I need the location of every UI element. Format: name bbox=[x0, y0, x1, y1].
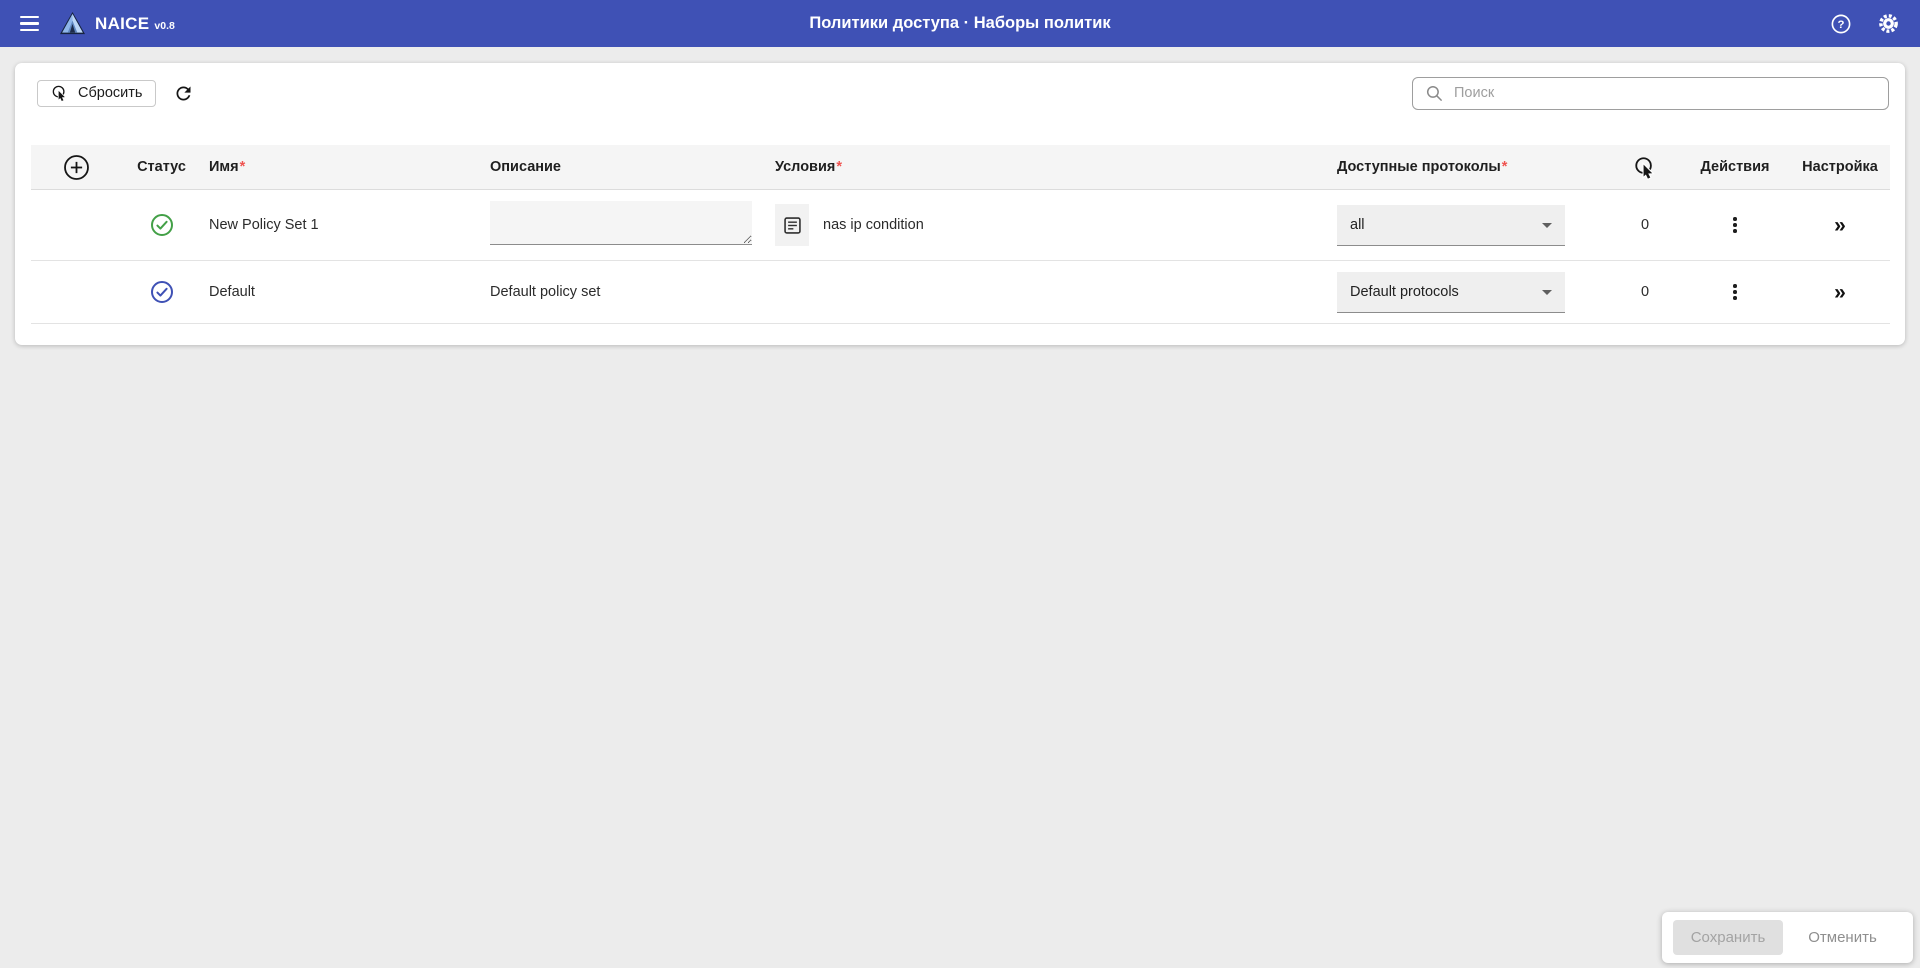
refresh-button[interactable] bbox=[173, 83, 194, 104]
status-toggle[interactable] bbox=[148, 278, 176, 306]
description-textarea[interactable] bbox=[490, 200, 752, 245]
help-icon: ? bbox=[1831, 14, 1851, 33]
protocols-select[interactable]: all bbox=[1337, 204, 1565, 246]
policy-set-name: Default bbox=[209, 284, 255, 300]
required-marker: * bbox=[1501, 159, 1508, 175]
condition-label: nas ip condition bbox=[823, 217, 924, 233]
check-circle-icon bbox=[150, 214, 173, 236]
toolbar: Сбросить bbox=[15, 63, 1905, 110]
protocols-select[interactable]: Default protocols bbox=[1337, 271, 1565, 313]
required-marker: * bbox=[239, 159, 246, 175]
reset-button-label: Сбросить bbox=[78, 85, 143, 101]
page-title: Политики доступа · Наборы политик bbox=[809, 14, 1111, 32]
add-policy-set-button[interactable] bbox=[63, 154, 90, 181]
table-header-row: Статус Имя* Описание Условия* Доступные … bbox=[31, 145, 1890, 190]
article-icon bbox=[783, 216, 801, 234]
search-input[interactable] bbox=[1454, 85, 1876, 101]
column-header-protocols: Доступные протоколы* bbox=[1337, 159, 1508, 175]
protocols-selected-value: Default protocols bbox=[1350, 283, 1459, 300]
condition-editor-button[interactable] bbox=[775, 204, 809, 246]
save-cancel-bar: Сохранить Отменить bbox=[1662, 912, 1913, 963]
refresh-icon bbox=[176, 86, 191, 100]
hamburger-menu-button[interactable] bbox=[18, 12, 41, 36]
reset-hitcounts-button[interactable]: Сбросить bbox=[37, 79, 157, 107]
row-actions-menu-button[interactable] bbox=[1727, 211, 1743, 239]
cancel-button[interactable]: Отменить bbox=[1783, 929, 1902, 946]
search-box[interactable] bbox=[1412, 76, 1889, 110]
ads-click-icon bbox=[52, 85, 67, 102]
kebab-icon bbox=[1733, 217, 1737, 221]
column-header-description: Описание bbox=[490, 159, 561, 175]
policy-sets-table: Статус Имя* Описание Условия* Доступные … bbox=[31, 145, 1890, 324]
kebab-icon bbox=[1733, 284, 1737, 288]
save-button[interactable]: Сохранить bbox=[1673, 920, 1783, 955]
policy-set-row: Default Default policy set Default proto… bbox=[31, 261, 1890, 324]
column-header-status: Статус bbox=[137, 159, 186, 175]
settings-button[interactable] bbox=[1875, 10, 1902, 37]
column-header-conditions: Условия* bbox=[775, 159, 842, 175]
column-header-settings: Настройка bbox=[1802, 159, 1878, 175]
check-circle-icon bbox=[150, 281, 173, 303]
protocols-selected-value: all bbox=[1350, 216, 1365, 233]
row-actions-menu-button[interactable] bbox=[1727, 278, 1743, 306]
chevron-down-icon bbox=[1542, 222, 1552, 228]
app-version: v0.8 bbox=[154, 20, 175, 32]
gear-icon bbox=[1879, 14, 1898, 33]
help-button[interactable]: ? bbox=[1828, 11, 1854, 37]
app-bar: NAICE v0.8 Политики доступа · Наборы пол… bbox=[0, 0, 1920, 47]
brand-name: NAICE bbox=[95, 13, 150, 33]
policy-sets-card: Сбросить Поиск Статус Имя* Описание Усло… bbox=[15, 63, 1905, 345]
search-icon bbox=[1426, 85, 1442, 101]
column-header-actions: Действия bbox=[1700, 159, 1770, 175]
open-policy-set-button[interactable]: » bbox=[1834, 282, 1846, 303]
double-chevron-icon: » bbox=[1834, 280, 1846, 304]
column-header-hits bbox=[1610, 155, 1680, 180]
hit-count: 0 bbox=[1640, 284, 1650, 300]
hamburger-icon bbox=[20, 15, 39, 19]
required-marker: * bbox=[836, 159, 842, 175]
hit-count: 0 bbox=[1640, 217, 1650, 233]
policy-set-description: Default policy set bbox=[490, 284, 601, 300]
status-toggle[interactable] bbox=[148, 211, 176, 239]
svg-text:?: ? bbox=[1838, 19, 1845, 31]
chevron-down-icon bbox=[1542, 289, 1552, 295]
policy-set-name: New Policy Set 1 bbox=[209, 217, 319, 233]
policy-set-row: New Policy Set 1 nas ip condition all 0 … bbox=[31, 190, 1890, 261]
logo-triangle-icon bbox=[60, 11, 85, 35]
ads-click-icon bbox=[1634, 156, 1655, 180]
app-logo bbox=[59, 11, 86, 36]
double-chevron-icon: » bbox=[1834, 213, 1846, 237]
open-policy-set-button[interactable]: » bbox=[1834, 215, 1846, 236]
plus-circle-icon bbox=[64, 154, 89, 180]
column-header-name: Имя* bbox=[209, 159, 246, 175]
